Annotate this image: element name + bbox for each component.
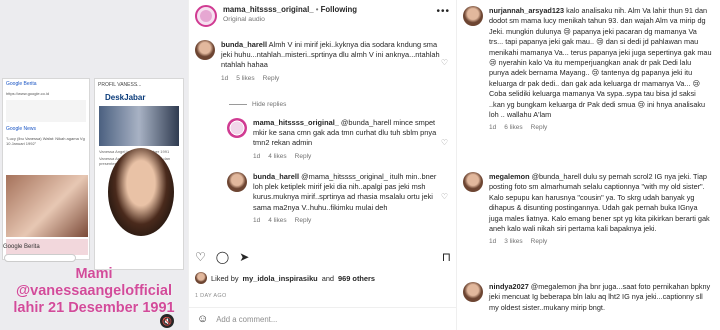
comment-time: 1d bbox=[253, 152, 261, 160]
add-comment-bar: ☺ Add a comment... bbox=[189, 307, 457, 330]
comment: nurjannah_arsyad123 kalo analisaku nih. … bbox=[463, 6, 713, 131]
hide-replies-label: Hide replies bbox=[252, 101, 287, 108]
post-panel: mama_hitssss_original_ • Following Origi… bbox=[188, 0, 457, 330]
deskjabar-logo: DeskJabar bbox=[105, 93, 146, 102]
comment: megalemon @bunda_harell dulu sy pernah s… bbox=[463, 172, 713, 245]
comment-username[interactable]: bunda_harell bbox=[253, 172, 299, 181]
google-berita-label: Google Berita bbox=[3, 244, 40, 250]
comment-username[interactable]: megalemon bbox=[489, 172, 530, 181]
comment: bunda_harell Almh V ini mirif jeki..kykn… bbox=[195, 40, 441, 82]
reply-button[interactable]: Reply bbox=[531, 124, 548, 131]
comment-username[interactable]: bunda_harell bbox=[221, 40, 267, 49]
comment-time: 1d bbox=[489, 124, 497, 132]
reply-button[interactable]: Reply bbox=[531, 238, 548, 245]
separator-dot: • bbox=[315, 5, 319, 14]
avatar[interactable] bbox=[463, 282, 483, 302]
avatar[interactable] bbox=[463, 172, 483, 192]
news-url: https://www.google.co.id bbox=[6, 91, 50, 96]
likes-prefix: Liked by bbox=[211, 273, 239, 283]
heart-icon[interactable]: ♡ bbox=[441, 58, 448, 67]
original-audio-link[interactable]: Original audio bbox=[223, 15, 357, 25]
reply-button[interactable]: Reply bbox=[295, 153, 312, 160]
author-username[interactable]: mama_hitssss_original_ bbox=[223, 5, 314, 14]
comment-likes[interactable]: 4 likes bbox=[268, 153, 286, 160]
likes-and: and bbox=[321, 273, 335, 283]
article-site-title: PROFIL VANESS... bbox=[98, 82, 142, 88]
news-snippet: "Lucy (Ibu Vanessa) Wafat: Nikah agama V… bbox=[6, 136, 85, 146]
comment-input[interactable]: Add a comment... bbox=[216, 315, 277, 324]
like-icon[interactable]: ♡ bbox=[195, 250, 206, 264]
comment-likes[interactable]: 3 likes bbox=[504, 238, 522, 245]
following-button[interactable]: Following bbox=[321, 5, 357, 14]
caption-line-2: lahir 21 Desember 1991 bbox=[13, 300, 175, 316]
comment-icon[interactable]: ◯ bbox=[216, 250, 229, 264]
save-icon[interactable]: ⊓ bbox=[442, 250, 451, 264]
reply: mama_hitssss_original_ @bunda_harell min… bbox=[227, 118, 441, 160]
comment-likes[interactable]: 6 likes bbox=[504, 124, 522, 131]
avatar[interactable] bbox=[195, 40, 215, 60]
action-bar: ♡ ◯ ➤ ⊓ bbox=[195, 250, 451, 264]
news-excerpt-block bbox=[6, 100, 86, 122]
emoji-icon[interactable]: ☺ bbox=[197, 313, 208, 325]
reply: bunda_harell @mama_hitssss_original_ itu… bbox=[227, 172, 441, 224]
caption-line-1: Mami @vanessaangelofficial bbox=[16, 266, 172, 299]
comment-time: 1d bbox=[253, 216, 261, 224]
share-icon[interactable]: ➤ bbox=[239, 250, 249, 264]
reply-button[interactable]: Reply bbox=[295, 217, 312, 224]
comment-likes[interactable]: 4 likes bbox=[268, 217, 286, 224]
heart-icon[interactable]: ♡ bbox=[441, 138, 448, 147]
avatar[interactable] bbox=[227, 172, 247, 192]
hide-replies-button[interactable]: Hide replies bbox=[229, 101, 286, 108]
author-avatar[interactable] bbox=[195, 5, 217, 27]
comment-username[interactable]: nindya2027 bbox=[489, 282, 529, 291]
video-caption: Mami @vanessaangelofficial lahir 21 Dese… bbox=[0, 266, 188, 317]
news-source: Google Berita bbox=[6, 81, 37, 87]
comment-username[interactable]: mama_hitssss_original_ bbox=[253, 118, 339, 127]
article-header: PROFIL VANESS... bbox=[95, 79, 183, 91]
more-options-icon[interactable]: ••• bbox=[436, 6, 450, 17]
comment-time: 1d bbox=[221, 74, 229, 82]
portrait-photo bbox=[108, 148, 174, 236]
likes-summary: Liked by my_idola_inspirasiku and 969 ot… bbox=[195, 272, 375, 284]
news-section: Google News bbox=[6, 126, 37, 132]
avatar[interactable] bbox=[227, 118, 247, 138]
liker-avatar[interactable] bbox=[195, 272, 207, 284]
comments-panel: nurjannah_arsyad123 kalo analisaku nih. … bbox=[456, 0, 720, 330]
reply-button[interactable]: Reply bbox=[263, 75, 280, 82]
liker-username[interactable]: my_idola_inspirasiku bbox=[243, 274, 318, 283]
news-photo bbox=[6, 175, 88, 237]
comment-time: 1d bbox=[489, 238, 497, 246]
comment-likes[interactable]: 5 likes bbox=[236, 75, 254, 82]
comment-text: @bunda_harell dulu sy pernah scrol2 IG n… bbox=[489, 172, 710, 234]
post-header: mama_hitssss_original_ • Following Origi… bbox=[195, 5, 357, 27]
avatar[interactable] bbox=[463, 6, 483, 26]
news-screenshot-left: Google Berita https://www.google.co.id G… bbox=[2, 78, 90, 260]
comment-username[interactable]: nurjannah_arsyad123 bbox=[489, 6, 564, 15]
post-media[interactable]: Google Berita https://www.google.co.id G… bbox=[0, 0, 188, 330]
mute-icon[interactable]: 🔇 bbox=[160, 314, 174, 328]
post-timestamp: 1 DAY AGO bbox=[195, 293, 227, 299]
heart-icon[interactable]: ♡ bbox=[441, 192, 448, 201]
article-image bbox=[99, 106, 179, 146]
google-news-search bbox=[4, 254, 76, 262]
likes-others[interactable]: 969 others bbox=[338, 274, 375, 283]
comment-text: kalo analisaku nih. Alm Va lahir thun 91… bbox=[489, 6, 712, 120]
comment: nindya2027 @megalemon jha bnr juga...saa… bbox=[463, 282, 713, 313]
